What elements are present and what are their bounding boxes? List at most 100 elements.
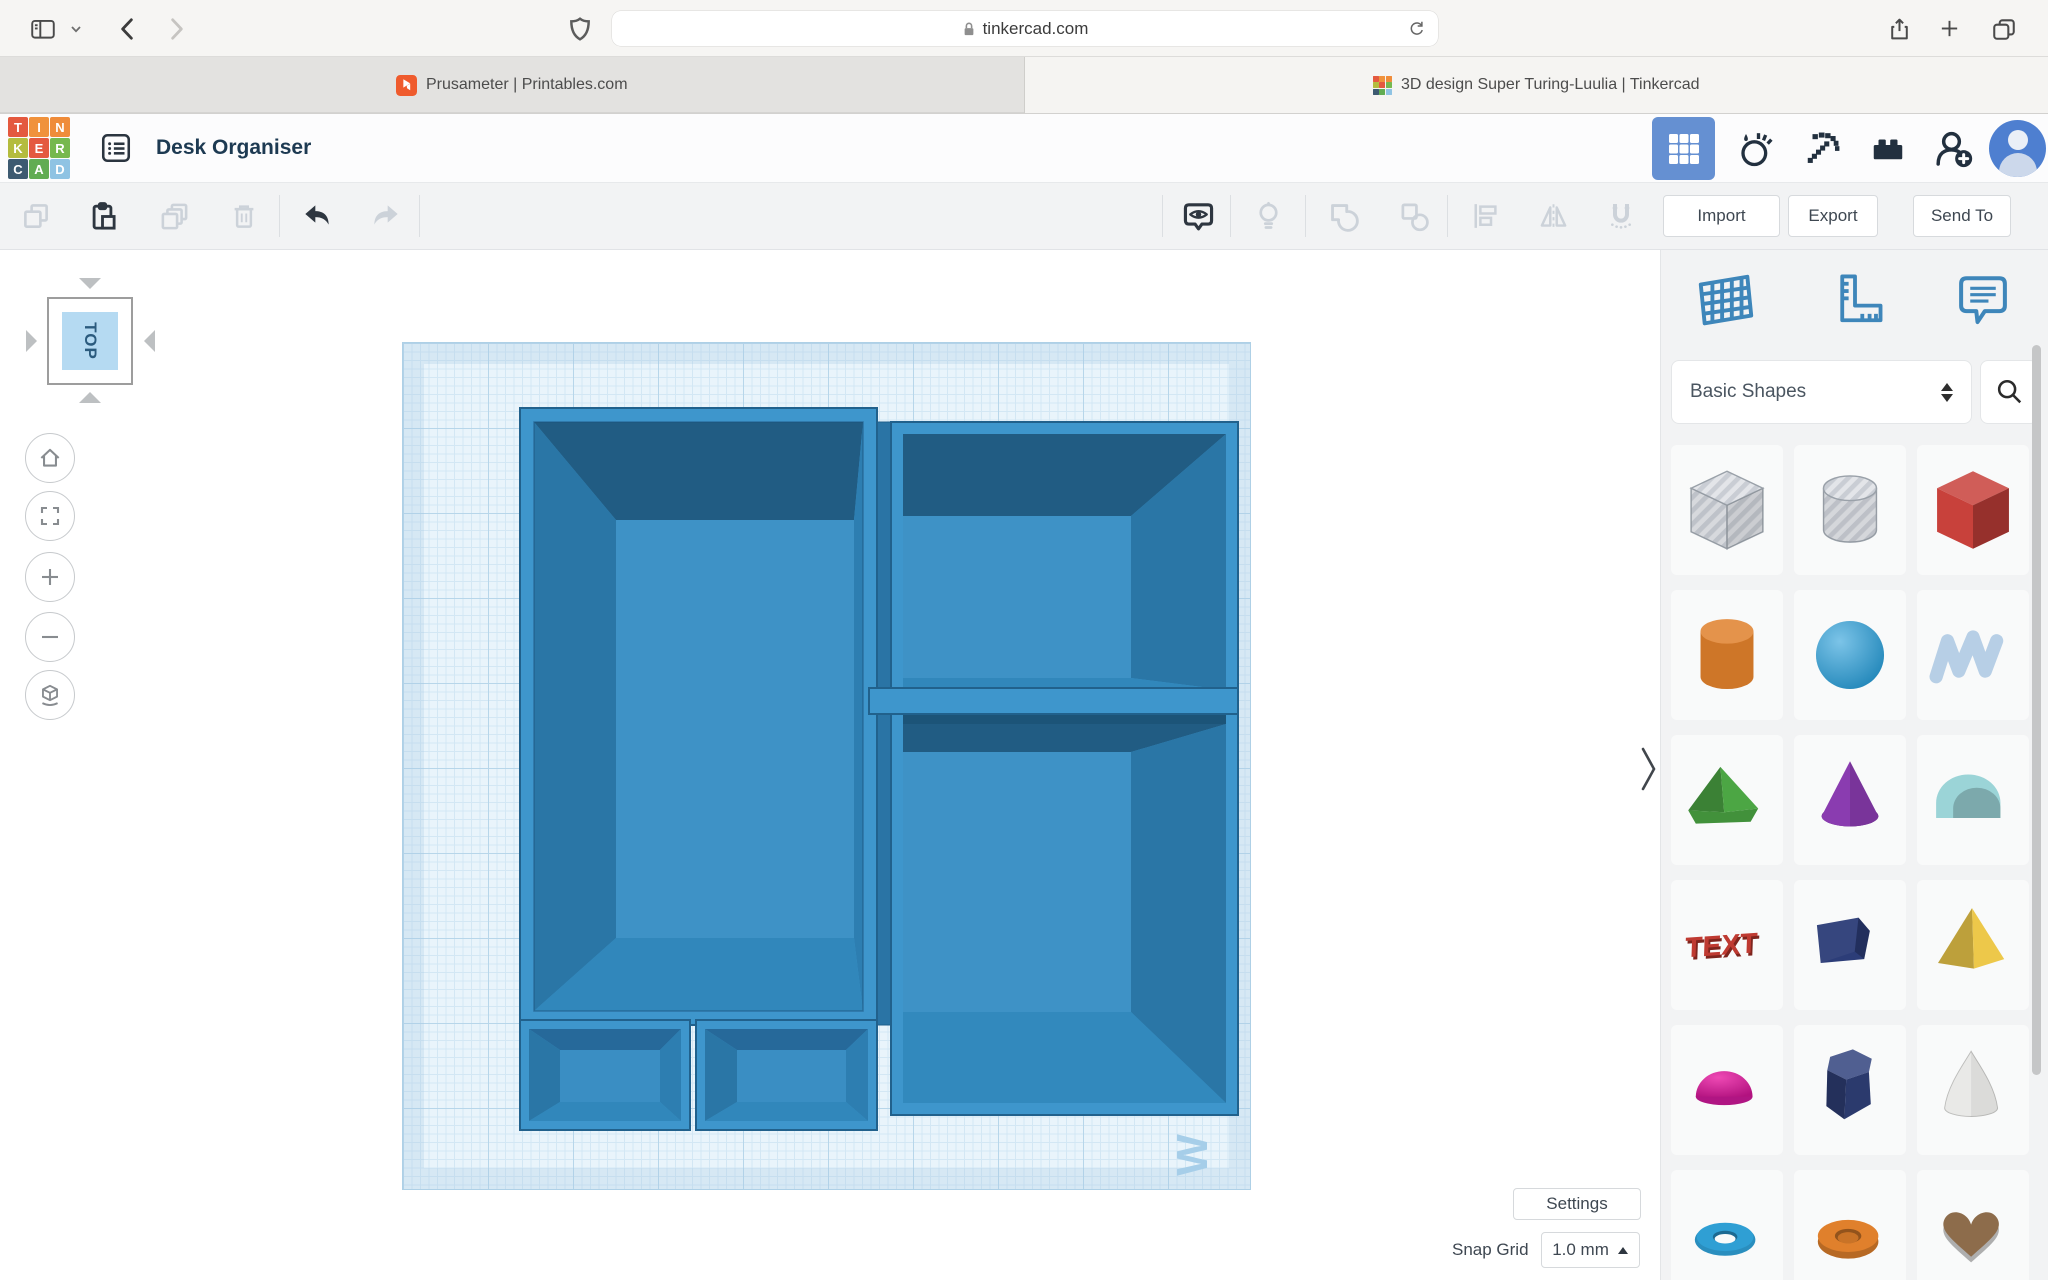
- workplane-tool-button[interactable]: [1693, 264, 1759, 340]
- shape-torus[interactable]: [1671, 1170, 1783, 1280]
- bulb-icon: [1258, 201, 1278, 229]
- duplicate-button[interactable]: [152, 194, 196, 238]
- shape-hole-cylinder[interactable]: [1794, 445, 1906, 575]
- tinkercad-logo[interactable]: TIN KER CAD: [8, 117, 70, 179]
- sidebar-chevron-down-icon[interactable]: [66, 0, 86, 57]
- viewcube-arrow-up[interactable]: [79, 278, 101, 289]
- group-button[interactable]: [1321, 194, 1365, 238]
- shape-text[interactable]: TEXT TEXT: [1671, 880, 1783, 1010]
- new-tab-button[interactable]: [1930, 0, 1968, 57]
- brick-export-button[interactable]: [1855, 117, 1921, 180]
- fit-view-button[interactable]: [25, 491, 75, 541]
- shape-sphere[interactable]: [1794, 590, 1906, 720]
- export-button[interactable]: Export: [1788, 195, 1878, 237]
- panel-scrollbar[interactable]: [2032, 345, 2041, 1075]
- notes-tool-button[interactable]: [1950, 264, 2016, 340]
- snap-magnet-button[interactable]: [1599, 194, 1643, 238]
- person-add-icon: [1936, 131, 1973, 167]
- snap-grid-select[interactable]: 1.0 mm: [1540, 1232, 1640, 1268]
- perspective-cube-icon: [42, 684, 58, 706]
- select-updown-icon: [1941, 382, 1953, 402]
- shape-heart[interactable]: [1917, 1170, 2029, 1280]
- favicon-tile: [1379, 82, 1386, 88]
- shape-roof[interactable]: [1671, 735, 1783, 865]
- shape-pyramid[interactable]: [1917, 880, 2029, 1010]
- zoom-in-button[interactable]: [25, 552, 75, 602]
- round-roof-icon: [1936, 774, 2001, 818]
- home-view-button[interactable]: [25, 433, 75, 483]
- mirror-button[interactable]: [1531, 194, 1575, 238]
- shapes-category-select[interactable]: Basic Shapes: [1671, 360, 1972, 424]
- zoom-out-button[interactable]: [25, 612, 75, 662]
- reload-button[interactable]: [1407, 19, 1426, 43]
- import-button[interactable]: Import: [1663, 195, 1780, 237]
- shape-cylinder[interactable]: [1671, 590, 1783, 720]
- send-to-button[interactable]: Send To: [1913, 195, 2011, 237]
- main-area: W TOP Settings Snap Grid 1.0 mm Basic Sh…: [0, 250, 2048, 1280]
- back-button[interactable]: [110, 0, 144, 57]
- sim-lab-button[interactable]: [1723, 117, 1789, 180]
- wedge-icon: [1816, 917, 1870, 963]
- shape-half-sphere[interactable]: [1671, 1025, 1783, 1155]
- hole-cylinder-icon: [1822, 475, 1878, 543]
- sidebar-toggle-button[interactable]: [26, 0, 60, 57]
- shape-polygon[interactable]: [1794, 1025, 1906, 1155]
- perspective-button[interactable]: [25, 670, 75, 720]
- cylinder-icon: [1700, 619, 1754, 690]
- group-icon: [1330, 203, 1359, 232]
- heart-icon: [1943, 1212, 1999, 1263]
- plus-icon: [42, 569, 58, 585]
- shape-tube[interactable]: [1794, 1170, 1906, 1280]
- viewcube-arrow-left[interactable]: [26, 330, 37, 352]
- grid-view-button[interactable]: [1652, 117, 1715, 180]
- chevron-up-icon: [1617, 1246, 1628, 1254]
- browser-tab-printables[interactable]: Prusameter | Printables.com: [0, 57, 1025, 113]
- workplane-grid[interactable]: [402, 342, 1251, 1190]
- ungroup-button[interactable]: [1392, 194, 1436, 238]
- viewcube-arrow-down[interactable]: [79, 392, 101, 403]
- roof-icon: [1688, 766, 1759, 824]
- forward-button[interactable]: [160, 0, 194, 57]
- minecraft-export-button[interactable]: [1789, 117, 1855, 180]
- share-button[interactable]: [1880, 0, 1918, 57]
- view-cube[interactable]: TOP: [47, 297, 133, 385]
- shape-cone[interactable]: [1794, 735, 1906, 865]
- settings-button[interactable]: Settings: [1513, 1188, 1641, 1220]
- show-all-button[interactable]: [1176, 194, 1220, 238]
- shape-round-roof[interactable]: [1917, 735, 2029, 865]
- shape-wedge[interactable]: [1794, 880, 1906, 1010]
- undo-button[interactable]: [294, 194, 338, 238]
- copy-button[interactable]: [14, 194, 58, 238]
- panel-collapse-button[interactable]: [1640, 745, 1658, 798]
- shapes-grid: TEXT TEXT: [1671, 445, 2029, 1280]
- account-avatar[interactable]: [1989, 120, 2046, 177]
- printables-favicon: [395, 74, 417, 96]
- design-canvas[interactable]: W TOP Settings Snap Grid 1.0 mm: [0, 250, 1660, 1280]
- shape-box[interactable]: [1917, 445, 2029, 575]
- duplicate-icon: [161, 203, 187, 229]
- shape-hole-box[interactable]: [1671, 445, 1783, 575]
- share-invite-button[interactable]: [1921, 117, 1987, 180]
- privacy-shield-icon[interactable]: [562, 0, 598, 57]
- toolbar-divider: [419, 195, 420, 237]
- view-cube-face[interactable]: TOP: [62, 312, 118, 370]
- align-icon: [1474, 204, 1497, 228]
- viewcube-arrow-right[interactable]: [144, 330, 155, 352]
- design-properties-button[interactable]: [92, 124, 140, 172]
- mirror-icon: [1540, 203, 1566, 229]
- paste-button[interactable]: [80, 194, 124, 238]
- delete-button[interactable]: [222, 194, 266, 238]
- ruler-tool-button[interactable]: [1822, 264, 1888, 340]
- toolbar-divider: [1447, 195, 1448, 237]
- shape-paraboloid[interactable]: [1917, 1025, 2029, 1155]
- redo-button[interactable]: [365, 194, 409, 238]
- shapes-panel: Basic Shapes TEXT TEXT: [1660, 250, 2048, 1280]
- light-bulb-button[interactable]: [1246, 194, 1290, 238]
- url-field[interactable]: tinkercad.com: [612, 11, 1438, 46]
- shape-scribble[interactable]: [1917, 590, 2029, 720]
- search-button[interactable]: [1980, 360, 2038, 424]
- tab-overview-button[interactable]: [1984, 0, 2024, 57]
- browser-tab-tinkercad[interactable]: 3D design Super Turing-Luulia | Tinkerca…: [1024, 57, 2048, 113]
- align-button[interactable]: [1464, 194, 1508, 238]
- favicon-tile: [1385, 75, 1392, 82]
